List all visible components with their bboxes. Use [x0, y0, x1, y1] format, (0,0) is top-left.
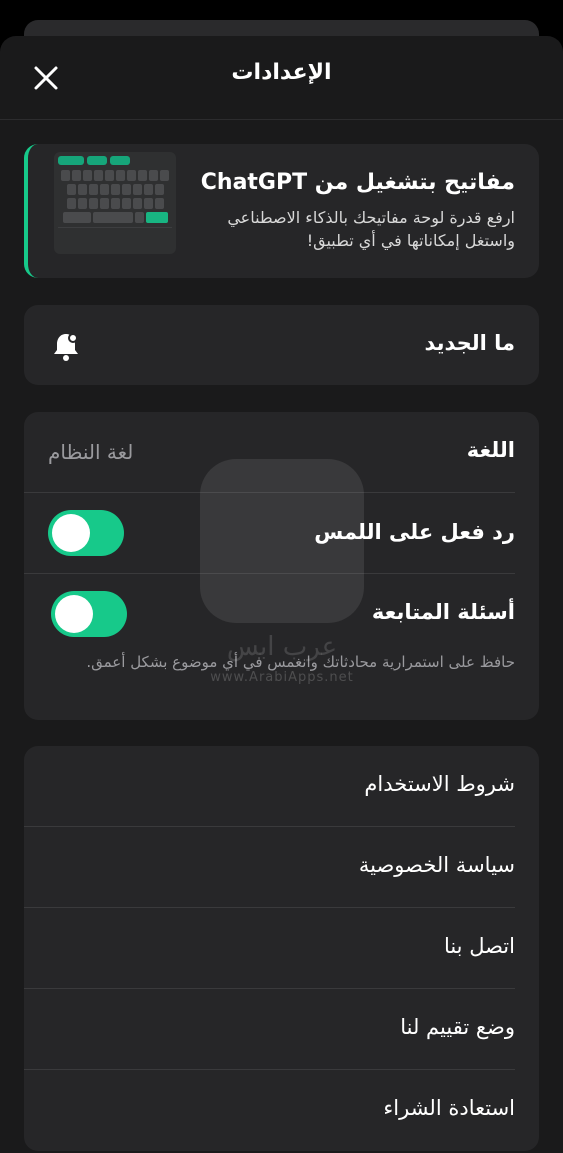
- info-links-group: شروط الاستخدام سياسة الخصوصية اتصل بنا و…: [24, 746, 539, 1151]
- haptic-feedback-toggle[interactable]: [48, 510, 124, 556]
- page-title: الإعدادات: [231, 60, 332, 85]
- promo-description: ارفع قدرة لوحة مفاتيحك بالذكاء الاصطناعي…: [227, 208, 515, 250]
- bell-icon: [54, 333, 78, 361]
- rate-us-row[interactable]: وضع تقييم لنا: [24, 989, 539, 1070]
- watermark-text: عرب ابس: [226, 632, 338, 662]
- restore-purchase-label: استعادة الشراء: [383, 1096, 515, 1120]
- chatgpt-keyboard-promo[interactable]: مفاتيح بتشغيل من ChatGPT ارفع قدرة لوحة …: [24, 144, 539, 278]
- contact-us-row[interactable]: اتصل بنا: [24, 908, 539, 989]
- language-label: اللغة: [466, 438, 515, 462]
- whats-new-row[interactable]: ما الجديد: [24, 305, 539, 385]
- terms-of-use-row[interactable]: شروط الاستخدام: [24, 746, 539, 827]
- followup-questions-toggle[interactable]: [51, 591, 127, 637]
- watermark-logo: [200, 459, 364, 623]
- toggle-knob: [52, 514, 90, 552]
- contact-us-label: اتصل بنا: [443, 934, 515, 958]
- restore-purchase-row[interactable]: استعادة الشراء: [24, 1070, 539, 1151]
- toggle-knob: [55, 595, 93, 633]
- sheet-header: الإعدادات: [0, 36, 563, 120]
- watermark-url: www.ArabiApps.net: [210, 670, 354, 685]
- whats-new-label: ما الجديد: [424, 331, 515, 355]
- privacy-policy-row[interactable]: سياسة الخصوصية: [24, 827, 539, 908]
- rate-us-label: وضع تقييم لنا: [400, 1015, 515, 1039]
- privacy-policy-label: سياسة الخصوصية: [358, 853, 515, 877]
- promo-title: مفاتيح بتشغيل من ChatGPT: [200, 170, 515, 195]
- followup-questions-label: أسئلة المتابعة: [371, 600, 515, 624]
- language-value[interactable]: لغة النظام: [48, 440, 133, 464]
- keyboard-preview-image: [54, 152, 176, 254]
- terms-of-use-label: شروط الاستخدام: [364, 772, 515, 796]
